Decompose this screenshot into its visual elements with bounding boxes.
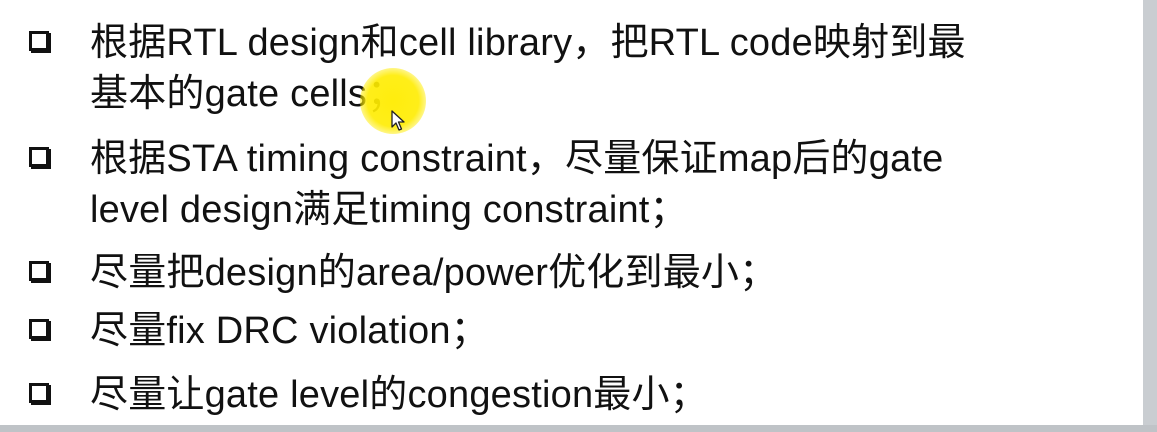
- list-item-line: level design满足timing constraint；: [90, 189, 688, 231]
- checkbox-icon: [29, 31, 49, 51]
- list-item-line: 根据RTL design和cell library，把RTL code映射到最: [90, 22, 966, 64]
- window-right-edge: [1143, 0, 1157, 432]
- bullet-list: 根据RTL design和cell library，把RTL code映射到最 …: [0, 0, 1143, 425]
- checkbox-icon: [29, 319, 49, 339]
- slide: 根据RTL design和cell library，把RTL code映射到最 …: [0, 0, 1143, 425]
- list-item-line: 基本的gate cells；: [90, 73, 406, 115]
- list-item-line: 根据STA timing constraint，尽量保证map后的gate: [90, 138, 944, 180]
- checkbox-icon: [29, 261, 49, 281]
- window-bottom-edge: [0, 425, 1157, 432]
- list-item-line: 尽量让gate level的congestion最小；: [90, 374, 708, 416]
- list-item-line: 尽量fix DRC violation；: [90, 310, 489, 352]
- list-item-line: 尽量把design的area/power优化到最小；: [90, 252, 778, 294]
- checkbox-icon: [29, 383, 49, 403]
- arrow-pointer-icon: [391, 110, 405, 131]
- checkbox-icon: [29, 147, 49, 167]
